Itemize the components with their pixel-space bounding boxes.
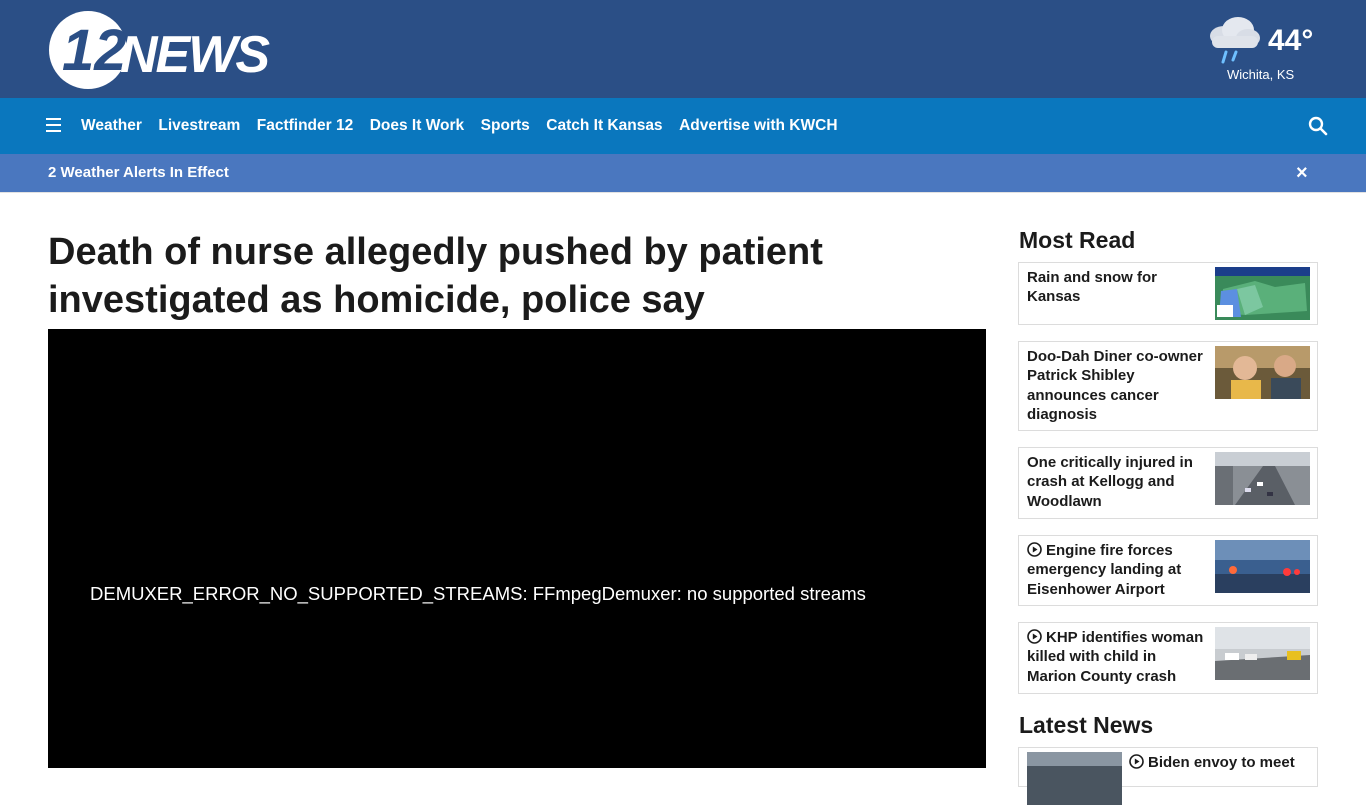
thumbnail-image: [1027, 752, 1122, 805]
hamburger-menu-icon[interactable]: [46, 118, 62, 132]
play-icon: [1129, 754, 1144, 769]
weather-widget[interactable]: 44° Wichita, KS: [1206, 14, 1326, 88]
thumbnail-image: [1215, 540, 1310, 593]
most-read-item[interactable]: KHP identifies woman killed with child i…: [1018, 622, 1318, 694]
most-read-item-title: KHP identifies woman killed with child i…: [1027, 629, 1204, 685]
search-icon[interactable]: [1307, 115, 1329, 137]
latest-news-item-title: Biden envoy to meet: [1129, 753, 1311, 772]
nav-item-sports[interactable]: Sports: [481, 117, 530, 135]
svg-text:12: 12: [62, 18, 127, 83]
nav-item-factfinder-12[interactable]: Factfinder 12: [257, 117, 353, 135]
thumbnail-image: [1215, 452, 1310, 505]
close-icon[interactable]: ×: [1296, 162, 1308, 184]
nav-item-advertise[interactable]: Advertise with KWCH: [679, 117, 837, 135]
nav-item-livestream[interactable]: Livestream: [158, 117, 240, 135]
video-player[interactable]: DEMUXER_ERROR_NO_SUPPORTED_STREAMS: FFmp…: [48, 329, 986, 768]
thumbnail-image: [1215, 627, 1310, 680]
weather-location: Wichita, KS: [1227, 67, 1295, 82]
most-read-item[interactable]: Engine fire forces emergency landing at …: [1018, 535, 1318, 606]
weather-temperature: 44°: [1268, 24, 1314, 57]
play-icon: [1027, 542, 1042, 557]
most-read-item-title: Rain and snow for Kansas: [1027, 269, 1158, 306]
most-read-item-title: Engine fire forces emergency landing at …: [1027, 542, 1182, 598]
most-read-item[interactable]: One critically injured in crash at Kello…: [1018, 447, 1318, 519]
most-read-heading: Most Read: [1019, 227, 1136, 253]
play-icon: [1027, 629, 1042, 644]
12news-logo[interactable]: 12 NEWS: [48, 10, 280, 90]
nav-items: Weather Livestream Factfinder 12 Does It…: [81, 98, 854, 154]
thumbnail-image: [1215, 346, 1310, 399]
weather-alerts-link[interactable]: 2 Weather Alerts In Effect: [48, 164, 229, 181]
cloud-rain-icon: [1210, 17, 1260, 64]
video-error-message: DEMUXER_ERROR_NO_SUPPORTED_STREAMS: FFmp…: [90, 583, 866, 604]
weather-alert-bar: 2 Weather Alerts In Effect ×: [0, 154, 1366, 193]
article-headline: Death of nurse allegedly pushed by patie…: [48, 231, 823, 321]
site-header: 12 NEWS 44° Wichita, KS: [0, 0, 1366, 98]
most-read-item-title: Doo-Dah Diner co-owner Patrick Shibley a…: [1027, 348, 1203, 423]
nav-item-catch-it-kansas[interactable]: Catch It Kansas: [546, 117, 662, 135]
latest-news-item[interactable]: Biden envoy to meet: [1018, 747, 1318, 805]
main-nav: Weather Livestream Factfinder 12 Does It…: [0, 98, 1366, 154]
most-read-item[interactable]: Rain and snow for Kansas: [1018, 262, 1318, 325]
latest-news-heading: Latest News: [1019, 712, 1154, 738]
most-read-item-title: One critically injured in crash at Kello…: [1027, 454, 1193, 510]
thumbnail-image: [1215, 267, 1310, 320]
svg-text:NEWS: NEWS: [120, 26, 270, 84]
nav-item-weather[interactable]: Weather: [81, 117, 142, 135]
most-read-item[interactable]: Doo-Dah Diner co-owner Patrick Shibley a…: [1018, 341, 1318, 431]
nav-item-does-it-work[interactable]: Does It Work: [370, 117, 464, 135]
